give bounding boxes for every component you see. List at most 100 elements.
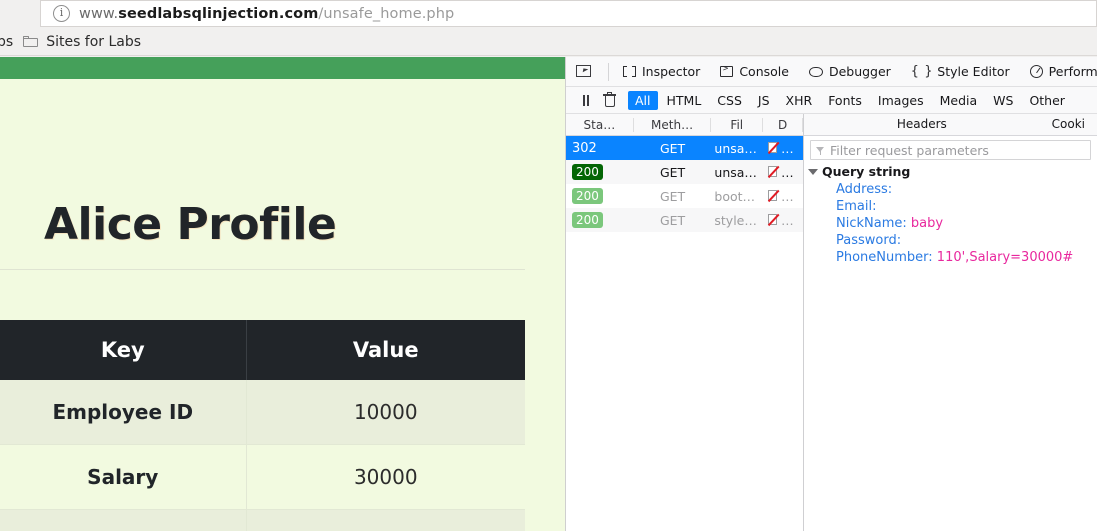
network-request-list: Sta… Meth… Fil D 302 GET unsa… … 200 GET…	[566, 114, 804, 531]
table-row[interactable]: 200 GET unsa… …	[566, 160, 803, 184]
row-key: Salary	[0, 444, 247, 510]
param-name: PhoneNumber:	[836, 250, 933, 265]
tab-cookies[interactable]: Cooki	[1040, 114, 1097, 135]
param-name: Address:	[836, 182, 893, 197]
funnel-icon	[816, 146, 825, 155]
column-header-domain[interactable]: D	[763, 117, 803, 132]
bookmarks-bar: bs Sites for Labs	[0, 28, 1097, 56]
url-scheme-prefix: www.	[79, 5, 119, 22]
column-header-method[interactable]: Meth…	[634, 117, 712, 132]
tab-console[interactable]: Console	[710, 57, 799, 86]
site-navbar	[0, 57, 565, 79]
tab-label: Performance	[1048, 64, 1097, 79]
request-domain: …	[763, 165, 803, 180]
performance-icon	[1029, 65, 1043, 78]
column-header-file[interactable]: Fil	[711, 117, 764, 132]
filter-js[interactable]: JS	[751, 91, 777, 110]
row-value: 9/20	[246, 509, 525, 531]
trash-icon[interactable]	[598, 90, 622, 110]
tab-label: Style Editor	[937, 64, 1010, 79]
filter-images[interactable]: Images	[871, 91, 931, 110]
address-bar[interactable]: i www.seedlabsqlinjection.com/unsafe_hom…	[40, 0, 1097, 27]
tab-label: Debugger	[828, 64, 891, 79]
request-domain: …	[763, 141, 803, 156]
table-header-row: Key Value	[0, 320, 525, 380]
pause-icon[interactable]	[576, 90, 596, 110]
tab-style-editor[interactable]: { } Style Editor	[901, 57, 1020, 86]
blocked-file-icon	[767, 213, 780, 226]
table-row[interactable]: 200 GET boot… …	[566, 184, 803, 208]
column-header-status[interactable]: Sta…	[566, 117, 634, 132]
query-param-password: Password:	[804, 232, 1097, 249]
tab-inspector[interactable]: Inspector	[613, 57, 710, 86]
url-path: /unsafe_home.php	[318, 5, 455, 22]
request-method: GET	[659, 164, 686, 180]
style-editor-icon: { }	[910, 64, 933, 79]
bookmark-item-truncated[interactable]: bs	[0, 34, 23, 50]
request-file: boot…	[714, 188, 756, 204]
tab-headers[interactable]: Headers	[885, 114, 959, 135]
request-method: GET	[659, 212, 686, 228]
element-picker-icon[interactable]	[575, 63, 597, 81]
request-file: style…	[714, 212, 757, 228]
query-param-email: Email:	[804, 198, 1097, 215]
query-param-phonenumber: PhoneNumber: 110',Salary=30000#	[804, 249, 1097, 266]
request-domain: …	[763, 189, 803, 204]
status-badge: 200	[572, 188, 603, 204]
param-name: NickName:	[836, 216, 907, 231]
tab-label: Inspector	[642, 64, 701, 79]
filter-xhr[interactable]: XHR	[779, 91, 820, 110]
devtools-split: Sta… Meth… Fil D 302 GET unsa… … 200 GET…	[566, 114, 1097, 531]
param-value: 110',Salary=30000#	[936, 250, 1074, 265]
console-icon	[720, 64, 734, 77]
tab-label: Console	[739, 64, 789, 79]
table-row: Birth 9/20	[0, 509, 525, 531]
filter-html[interactable]: HTML	[660, 91, 709, 110]
request-parameter-filter[interactable]: Filter request parameters	[810, 140, 1091, 160]
devtools-panel: Inspector Console Debugger { } Style Edi…	[566, 57, 1097, 531]
section-title: Query string	[822, 164, 911, 179]
filter-other[interactable]: Other	[1022, 91, 1072, 110]
filter-css[interactable]: CSS	[710, 91, 749, 110]
bookmark-label: Sites for Labs	[46, 33, 142, 50]
filter-ws[interactable]: WS	[986, 91, 1020, 110]
param-name: Password:	[836, 233, 902, 248]
tab-performance[interactable]: Performance	[1020, 57, 1097, 86]
filter-placeholder: Filter request parameters	[830, 142, 989, 158]
table-row[interactable]: 200 GET style… …	[566, 208, 803, 232]
bookmark-item-sites-for-labs[interactable]: Sites for Labs	[23, 34, 141, 50]
query-param-nickname: NickName: baby	[804, 215, 1097, 232]
chevron-down-icon	[808, 168, 818, 175]
devtools-toolbar: Inspector Console Debugger { } Style Edi…	[566, 57, 1097, 87]
profile-table: Key Value Employee ID 10000 Salary 30000…	[0, 320, 525, 531]
filter-media[interactable]: Media	[933, 91, 985, 110]
param-name: Email:	[836, 199, 877, 214]
request-domain: …	[763, 213, 803, 228]
request-method: GET	[659, 140, 686, 156]
row-value: 10000	[246, 380, 525, 445]
status-badge: 200	[572, 212, 603, 228]
urlbar-row: i www.seedlabsqlinjection.com/unsafe_hom…	[0, 0, 1097, 28]
url-host: seedlabsqlinjection.com	[118, 5, 319, 22]
table-row[interactable]: 302 GET unsa… …	[566, 136, 803, 160]
folder-icon	[23, 35, 39, 48]
tab-debugger[interactable]: Debugger	[799, 57, 901, 86]
query-string-section-header[interactable]: Query string	[804, 162, 1097, 181]
blocked-file-icon	[767, 189, 780, 202]
network-filter-bar: All HTML CSS JS XHR Fonts Images Media W…	[566, 87, 1097, 114]
filter-all[interactable]: All	[628, 90, 658, 110]
table-row: Employee ID 10000	[0, 380, 525, 445]
browser-chrome: i www.seedlabsqlinjection.com/unsafe_hom…	[0, 0, 1097, 57]
page-content: Alice Profile Key Value Employee ID 1000…	[0, 79, 565, 531]
web-page-viewport: Alice Profile Key Value Employee ID 1000…	[0, 57, 566, 531]
filter-fonts[interactable]: Fonts	[821, 91, 869, 110]
status-badge: 200	[572, 164, 603, 180]
column-header-key: Key	[0, 320, 247, 380]
request-status: 302	[572, 140, 597, 156]
inspector-icon	[623, 64, 636, 79]
page-title: Alice Profile	[44, 199, 337, 250]
toolbar-separator	[608, 62, 609, 81]
info-circle-icon[interactable]: i	[53, 5, 70, 22]
column-header-value: Value	[246, 320, 525, 380]
debugger-icon	[808, 66, 823, 77]
